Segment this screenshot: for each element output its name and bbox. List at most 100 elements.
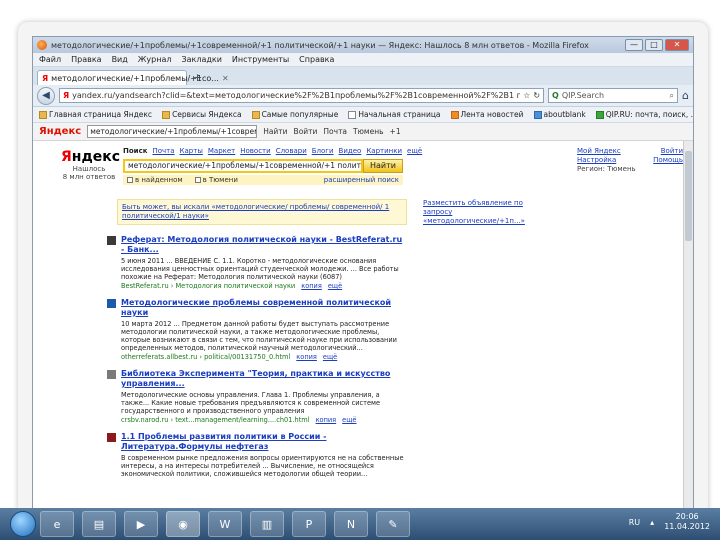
- more-link[interactable]: ещё: [328, 282, 342, 290]
- maximize-button[interactable]: □: [645, 39, 663, 51]
- checkbox[interactable]: [194, 177, 201, 183]
- folder-icon[interactable]: ▤: [82, 511, 116, 537]
- service-link[interactable]: Карты: [180, 147, 203, 155]
- service-link[interactable]: Блоги: [312, 147, 334, 155]
- bookmark-item[interactable]: aboutblank: [533, 110, 586, 119]
- bookmark-star-icon[interactable]: ☆: [523, 91, 530, 100]
- word-icon[interactable]: W: [208, 511, 242, 537]
- globe-icon: [533, 110, 542, 119]
- service-search-label: Поиск: [123, 147, 148, 155]
- ad-title-link[interactable]: Разместить объявление по запросу: [423, 199, 523, 217]
- option-in-found[interactable]: в найденном: [127, 176, 183, 184]
- service-link[interactable]: Маркет: [208, 147, 235, 155]
- yandex-toolbar-mail[interactable]: Почта: [323, 127, 347, 136]
- yandex-toolbar-input[interactable]: методологические/+1проблемы/+1современ: [87, 125, 258, 138]
- yandex-logo[interactable]: Яндекс: [61, 149, 120, 165]
- firefox-icon: [37, 40, 47, 50]
- checkbox[interactable]: [127, 177, 133, 183]
- service-link[interactable]: Новости: [240, 147, 270, 155]
- menu-edit[interactable]: Правка: [71, 55, 101, 64]
- media-icon[interactable]: ▶: [124, 511, 158, 537]
- result-title-link[interactable]: Методологические проблемы современной по…: [121, 298, 407, 318]
- minimize-button[interactable]: —: [625, 39, 643, 51]
- bookmark-item[interactable]: Начальная страница: [348, 110, 441, 119]
- advanced-search-link[interactable]: расширенный поиск: [324, 176, 403, 184]
- cached-copy-link[interactable]: копия: [296, 353, 317, 361]
- did-you-mean-link[interactable]: Быть может, вы искали «методологические/…: [122, 203, 389, 220]
- result-favicon-icon: [107, 370, 116, 379]
- new-tab-button[interactable]: +: [189, 71, 206, 85]
- more-link[interactable]: ещё: [342, 416, 356, 424]
- cached-copy-link[interactable]: копия: [316, 416, 337, 424]
- search-result: Библиотека Эксперимента "Теория, практик…: [107, 369, 407, 424]
- menu-bar: Файл Правка Вид Журнал Закладки Инструме…: [33, 53, 693, 67]
- cached-copy-link[interactable]: копия: [301, 282, 322, 290]
- search-icon[interactable]: ⌕: [670, 91, 674, 101]
- language-indicator[interactable]: RU: [629, 518, 640, 527]
- page-icon: [348, 110, 357, 119]
- clock-date: 11.04.2012: [664, 522, 710, 531]
- more-link[interactable]: ещё: [323, 353, 337, 361]
- home-icon[interactable]: ⌂: [682, 89, 689, 102]
- start-button[interactable]: [10, 511, 36, 537]
- menu-tools[interactable]: Инструменты: [232, 55, 289, 64]
- service-link[interactable]: ещё: [407, 147, 422, 155]
- onenote-icon[interactable]: N: [334, 511, 368, 537]
- firefox-icon[interactable]: ◉: [166, 511, 200, 537]
- powerpoint-icon[interactable]: P: [292, 511, 326, 537]
- result-title-link[interactable]: Реферат: Методология политической науки …: [121, 235, 407, 255]
- scroll-thumb[interactable]: [685, 151, 692, 241]
- ad-query-link[interactable]: «методологические/+1п...»: [423, 217, 525, 226]
- navigation-bar: ◀ Я yandex.ru/yandsearch?clid=&text=мето…: [33, 85, 693, 107]
- menu-view[interactable]: Вид: [112, 55, 128, 64]
- service-link[interactable]: Словари: [276, 147, 307, 155]
- bookmark-item[interactable]: Сервисы Яндекса: [162, 110, 242, 119]
- site-identity-icon: Я: [63, 91, 70, 100]
- firefox-window: методологические/+1проблемы/+1современно…: [32, 36, 694, 532]
- paint-icon[interactable]: ✎: [376, 511, 410, 537]
- main-search-input[interactable]: методологические/+1проблемы/+1современно…: [123, 159, 363, 173]
- tab-search-results[interactable]: Я методологические/+1проблемы/+1со... ✕: [37, 70, 229, 85]
- slide-frame: методологические/+1проблемы/+1современно…: [18, 22, 708, 532]
- menu-history[interactable]: Журнал: [138, 55, 172, 64]
- ie-icon[interactable]: e: [40, 511, 74, 537]
- close-button[interactable]: ✕: [665, 39, 689, 51]
- back-button[interactable]: ◀: [37, 86, 55, 105]
- winrar-icon[interactable]: ▥: [250, 511, 284, 537]
- bookmark-item[interactable]: Главная страница Яндекс: [39, 110, 152, 119]
- service-link[interactable]: Видео: [339, 147, 362, 155]
- find-button[interactable]: Найти: [363, 159, 403, 173]
- help-link[interactable]: Помощь: [653, 156, 683, 165]
- result-title-link[interactable]: Библиотека Эксперимента "Теория, практик…: [121, 369, 407, 389]
- service-link[interactable]: Картинки: [366, 147, 402, 155]
- web-search-box[interactable]: Q QIP.Search ⌕: [548, 88, 679, 103]
- my-yandex-link[interactable]: Мой Яндекс: [577, 147, 647, 156]
- yandex-toolbar-login[interactable]: Войти: [294, 127, 318, 136]
- reload-icon[interactable]: ↻: [533, 91, 540, 100]
- bookmark-item[interactable]: Лента новостей: [450, 110, 524, 119]
- menu-file[interactable]: Файл: [39, 55, 61, 64]
- bookmark-item[interactable]: Самые популярные: [251, 110, 338, 119]
- tab-close-icon[interactable]: ✕: [222, 74, 229, 83]
- service-link[interactable]: Почта: [152, 147, 174, 155]
- login-link[interactable]: Войти: [653, 147, 683, 156]
- menu-bookmarks[interactable]: Закладки: [181, 55, 221, 64]
- found-count-line1: Нашлось: [72, 165, 106, 173]
- result-title-link[interactable]: 1.1 Проблемы развития политики в России …: [121, 432, 407, 452]
- region-label: Регион: Тюмень: [577, 165, 636, 173]
- clock[interactable]: 20:06 11.04.2012: [664, 512, 710, 532]
- yandex-toolbar-logo[interactable]: Яндекс: [39, 126, 81, 137]
- tray-arrow-icon[interactable]: ▴: [650, 518, 654, 527]
- result-url: BestReferat.ru › Методология политическо…: [121, 282, 343, 290]
- yandex-toolbar-find[interactable]: Найти: [263, 127, 287, 136]
- option-in-region[interactable]: в Тюмени: [194, 176, 238, 184]
- vertical-scrollbar[interactable]: [683, 141, 693, 531]
- url-bar[interactable]: Я yandex.ru/yandsearch?clid=&text=методо…: [59, 88, 545, 103]
- yandex-toolbar-city[interactable]: Тюмень: [353, 127, 384, 136]
- title-bar: методологические/+1проблемы/+1современно…: [33, 37, 693, 53]
- settings-link[interactable]: Настройка: [577, 156, 647, 165]
- menu-help[interactable]: Справка: [299, 55, 334, 64]
- bookmark-item[interactable]: QIP.RU: почта, поиск, ...: [595, 110, 693, 119]
- result-snippet: В современном рынке предложения вопросы …: [121, 454, 404, 478]
- ad-placement: Разместить объявление по запросу «методо…: [423, 199, 525, 226]
